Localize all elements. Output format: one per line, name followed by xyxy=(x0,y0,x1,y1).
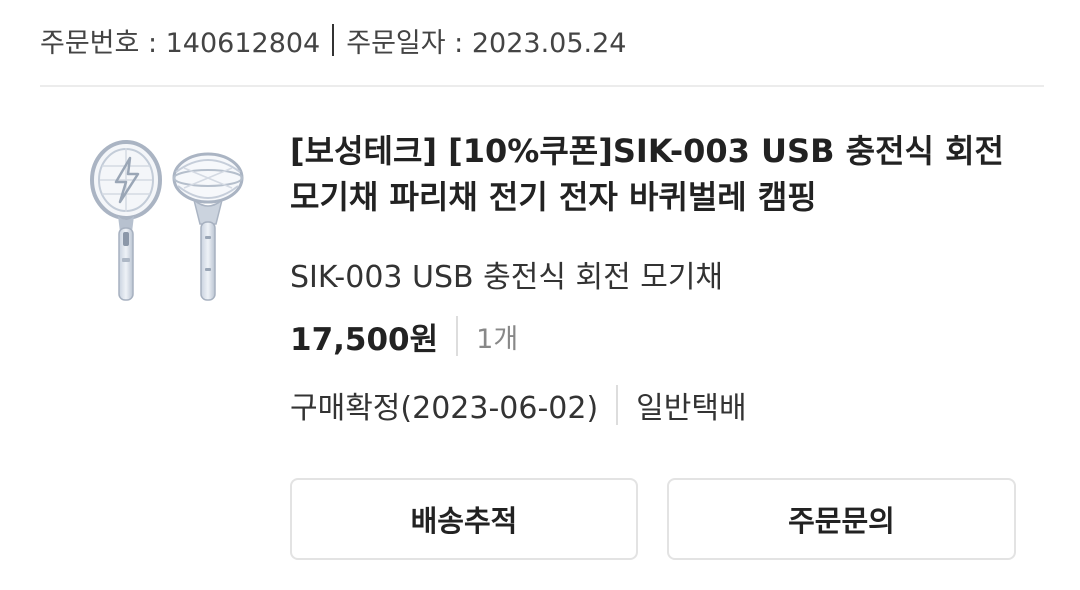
status-separator xyxy=(616,385,619,425)
mosquito-racket-image xyxy=(90,140,244,301)
product-quantity: 1개 xyxy=(476,323,519,355)
product-price: 17,500원 xyxy=(290,321,439,358)
order-status: 구매확정(2023-06-02) xyxy=(290,391,599,426)
price-separator xyxy=(456,316,459,356)
status-row: 구매확정(2023-06-02) 일반택배 xyxy=(290,381,747,429)
track-delivery-button[interactable]: 배송추적 xyxy=(290,478,638,560)
price-row: 17,500원 1개 xyxy=(290,312,518,360)
order-header: 주문번호 : 140612804 주문일자 : 2023.05.24 xyxy=(40,18,626,62)
product-thumbnail[interactable] xyxy=(84,128,256,308)
order-inquiry-button[interactable]: 주문문의 xyxy=(667,478,1016,560)
product-title[interactable]: [보성테크] [10%쿠폰]SIK-003 USB 충전식 회전 모기채 파리채… xyxy=(290,128,1030,220)
header-divider xyxy=(40,85,1044,87)
order-number: 주문번호 : 140612804 xyxy=(40,27,321,59)
product-option: SIK-003 USB 충전식 회전 모기채 xyxy=(290,260,724,295)
order-date: 주문일자 : 2023.05.24 xyxy=(346,27,627,59)
header-separator xyxy=(332,24,335,56)
delivery-type: 일반택배 xyxy=(636,391,747,426)
